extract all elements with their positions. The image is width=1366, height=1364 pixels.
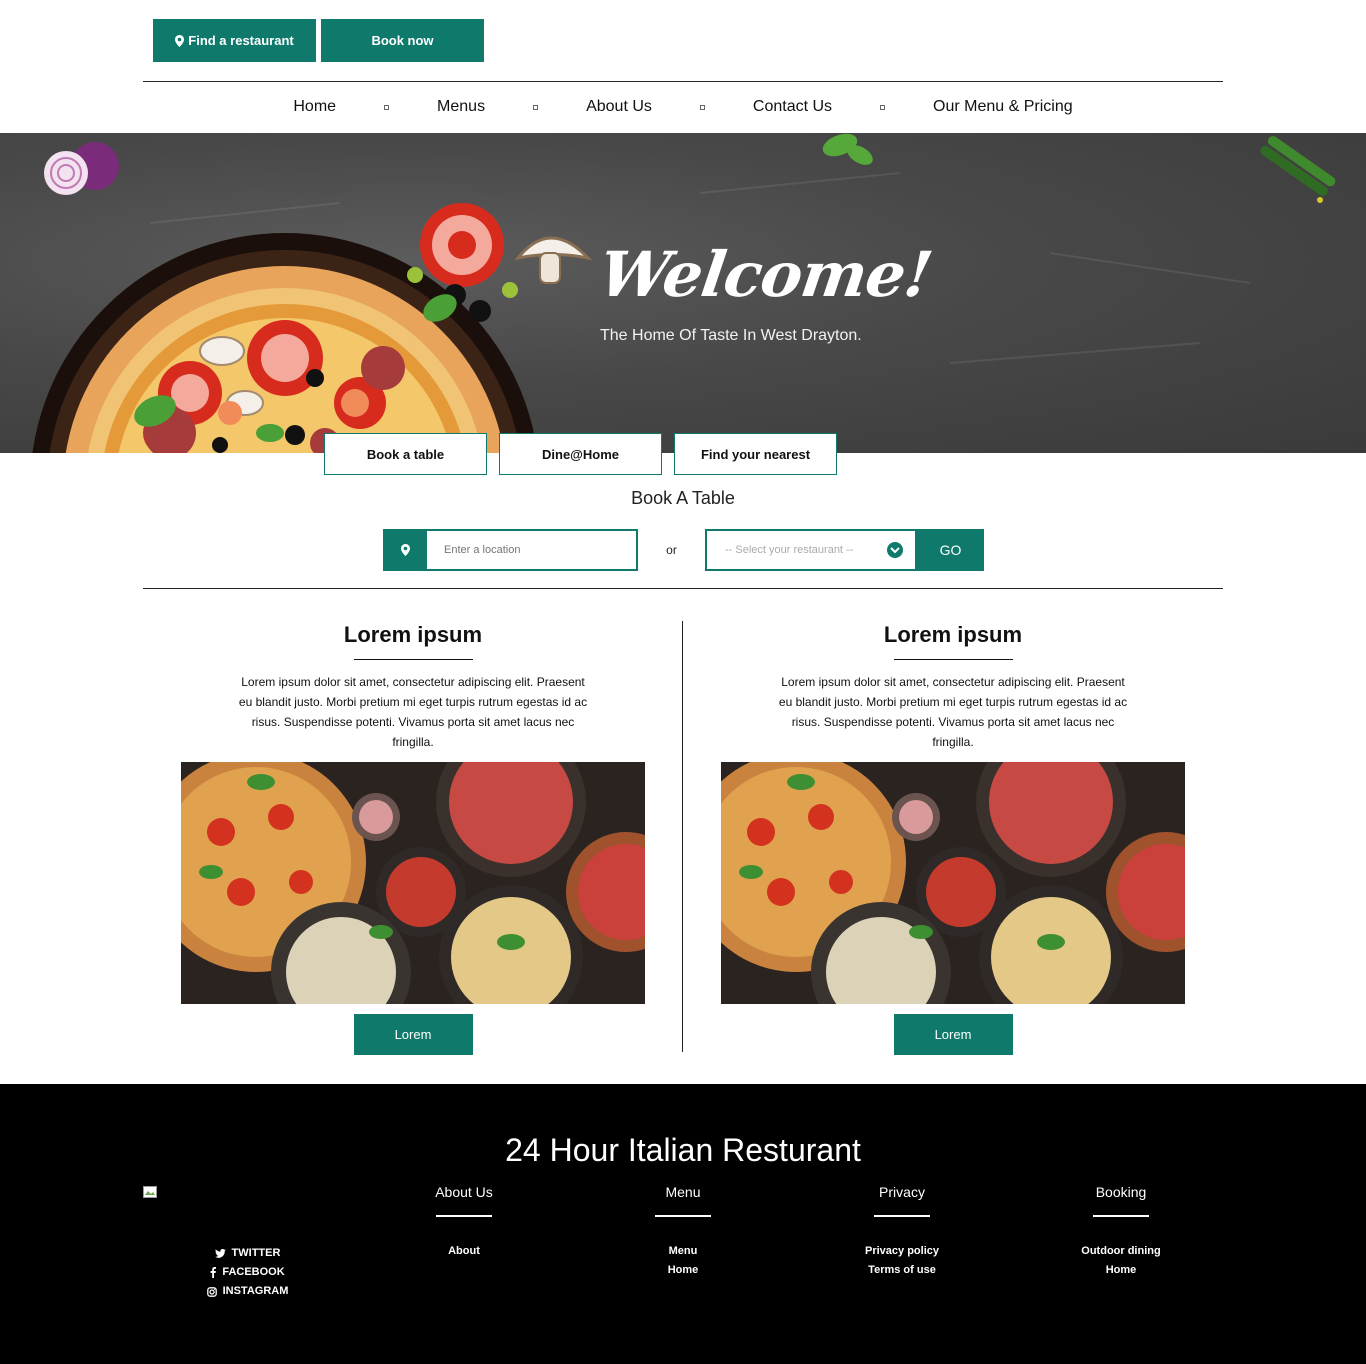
card-text: Lorem ipsum dolor sit amet, consectetur … [238,675,588,749]
footer-heading: About Us [435,1184,493,1200]
booking-tabs: Book a table Dine@Home Find your nearest [324,433,837,475]
mushroom-icon [514,236,593,284]
book-now-button[interactable]: Book now [321,19,484,62]
chevron-down-icon [887,542,903,558]
footer-link-terms[interactable]: Terms of use [832,1261,972,1280]
social-label: FACEBOOK [222,1266,285,1278]
map-marker-icon [175,34,185,47]
broken-image-icon [143,1186,157,1198]
book-table-title: Book A Table [631,488,735,508]
facebook-icon [210,1267,217,1278]
tomato-icon [420,203,504,287]
twitter-icon [214,1249,226,1258]
welcome-heading: Welcome! [594,238,937,311]
feature-card: Lorem ipsum Lorem ipsum dolor sit amet, … [721,620,1185,1055]
footer-heading-underline [436,1215,492,1217]
find-restaurant-button[interactable]: Find a restaurant [153,19,316,62]
instagram-icon [206,1286,217,1297]
footer-link-outdoor-dining[interactable]: Outdoor dining [1051,1242,1191,1261]
nav-separator [533,104,539,110]
food-photo [721,762,1185,1004]
social-instagram[interactable]: INSTAGRAM [180,1282,315,1301]
tab-book-a-table[interactable]: Book a table [324,433,487,475]
footer-link-privacy-policy[interactable]: Privacy policy [832,1242,972,1261]
main-nav: Home Menus About Us Contact Us Our Menu … [143,82,1223,132]
tab-dine-at-home[interactable]: Dine@Home [499,433,662,475]
social-links: TWITTER FACEBOOK INSTAGRAM [180,1244,315,1301]
location-pin-icon [383,529,427,571]
booking-form: or -- Select your restaurant -- GO [383,529,984,571]
footer-link-home[interactable]: Home [1051,1261,1191,1280]
food-photo [181,762,645,1004]
footer-heading-underline [655,1215,711,1217]
card-divider [682,621,683,1052]
nav-about-us[interactable]: About Us [576,98,662,116]
card-title: Lorem ipsum [343,622,483,647]
go-button[interactable]: GO [917,529,984,571]
card-title-underline [893,659,1013,660]
footer-heading-underline [1093,1215,1149,1217]
nav-contact-us[interactable]: Contact Us [743,98,842,116]
basil-icon [822,133,873,165]
hero-banner: Welcome! The Home Of Taste In West Drayt… [0,133,1366,453]
location-input[interactable] [427,529,638,571]
social-label: TWITTER [231,1247,281,1259]
nav-separator [699,104,705,110]
restaurant-select[interactable]: -- Select your restaurant -- [705,529,917,571]
footer-heading: Booking [1095,1184,1147,1200]
social-facebook[interactable]: FACEBOOK [180,1263,315,1282]
nav-separator [384,104,390,110]
card-text: Lorem ipsum dolor sit amet, consectetur … [778,675,1128,749]
top-action-bar: Find a restaurant Book now [153,19,484,62]
nav-menus[interactable]: Menus [427,98,495,116]
footer-column-booking: Booking Outdoor dining Home [1051,1184,1191,1280]
footer-column-menu: Menu Menu Home [613,1184,753,1280]
footer-link-about[interactable]: About [394,1242,534,1261]
card-lorem-button[interactable]: Lorem [353,1014,473,1055]
tab-find-nearest[interactable]: Find your nearest [674,433,837,475]
or-label: or [666,543,677,557]
social-twitter[interactable]: TWITTER [180,1244,315,1263]
find-restaurant-label: Find a restaurant [188,33,294,48]
nav-separator [880,104,886,110]
footer-title: 24 Hour Italian Resturant [505,1132,861,1168]
social-label: INSTAGRAM [222,1285,289,1297]
footer-link-home[interactable]: Home [613,1261,753,1280]
nav-home[interactable]: Home [283,98,346,116]
feature-card: Lorem ipsum Lorem ipsum dolor sit amet, … [181,620,645,1055]
footer-heading: Privacy [879,1184,925,1200]
cucumber-icon [1260,136,1336,203]
onion-icon [44,142,119,195]
card-title-underline [353,659,473,660]
footer-heading: Menu [665,1184,701,1200]
footer-heading-underline [874,1215,930,1217]
nav-menu-pricing[interactable]: Our Menu & Pricing [923,98,1083,116]
hero-tagline: The Home Of Taste In West Drayton. [600,327,862,344]
footer-link-menu[interactable]: Menu [613,1242,753,1261]
section-divider [143,588,1223,589]
restaurant-select-value: -- Select your restaurant -- [725,544,854,556]
footer-column-about: About Us About [394,1184,534,1261]
footer-column-privacy: Privacy Privacy policy Terms of use [832,1184,972,1280]
footer: 24 Hour Italian Resturant TWITTER FACEBO… [0,1084,1366,1364]
card-title: Lorem ipsum [883,622,1023,647]
card-lorem-button[interactable]: Lorem [893,1014,1013,1055]
